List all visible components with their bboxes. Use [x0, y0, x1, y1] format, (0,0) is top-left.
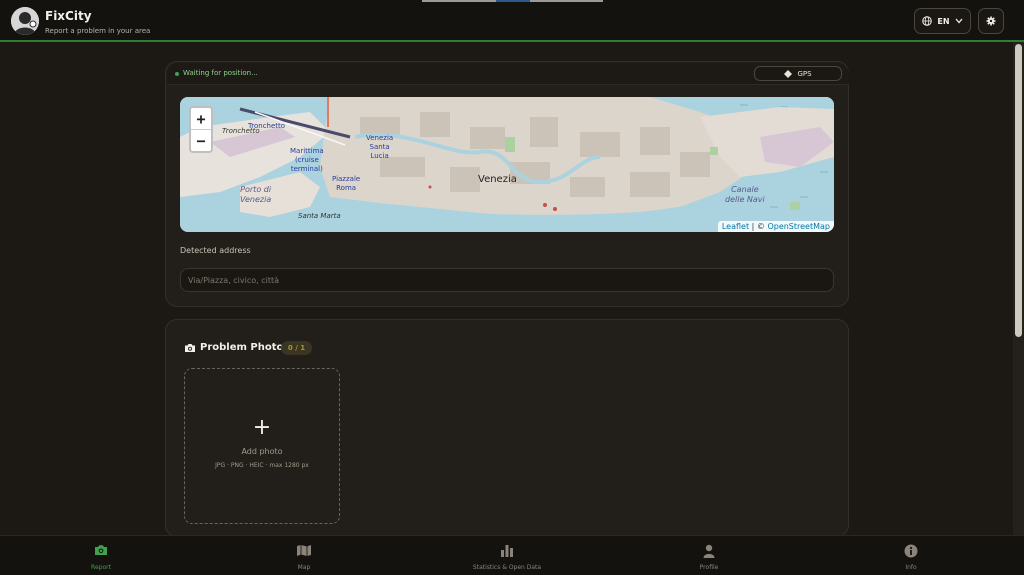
leaflet-link[interactable]: Leaflet — [722, 222, 749, 231]
crosshair-icon — [784, 69, 793, 78]
status-text: Waiting for position... — [183, 69, 258, 77]
map-label-porto-line-2: Venezia — [240, 195, 272, 204]
map-label-santa-lucia-line-2: Santa — [369, 143, 390, 151]
gps-label: GPS — [797, 69, 812, 78]
nav-item-report[interactable]: Report — [21, 536, 181, 575]
map-tiles — [180, 97, 834, 232]
map-label-canale-line-1: Canale — [731, 185, 759, 194]
zoom-in-button[interactable]: + — [191, 108, 211, 129]
map-label-santa-lucia-line-3: Lucia — [370, 152, 389, 160]
address-label: Detected address — [180, 246, 251, 255]
user-avatar-icon[interactable] — [11, 7, 39, 35]
gear-icon — [986, 16, 996, 26]
settings-button[interactable] — [978, 8, 1004, 34]
language-selector[interactable]: EN — [914, 8, 971, 34]
globe-icon — [922, 16, 933, 26]
map-label-piazzale-line-1: Piazzale — [332, 175, 361, 183]
gps-button[interactable]: GPS — [754, 66, 842, 81]
person-icon — [703, 544, 715, 558]
nav-label-map: Map — [297, 564, 311, 571]
camera-icon — [95, 545, 107, 555]
camera-icon — [185, 343, 195, 352]
map-icon — [297, 545, 311, 556]
zoom-out-button[interactable]: − — [191, 130, 211, 151]
add-photo-dropzone[interactable]: + Add photo JPG · PNG · HEIC · max 1280 … — [184, 368, 340, 524]
app-subtitle: Report a problem in your area — [45, 27, 151, 35]
top-progress-indicator — [496, 0, 530, 2]
location-map[interactable]: Tronchetto Tronchetto Marittima (cruise … — [180, 97, 834, 232]
map-label-canale: Canale delle Navi — [725, 185, 765, 205]
map-zoom-control: + − — [189, 106, 213, 153]
status-dot — [175, 72, 179, 76]
map-label-canale-line-2: delle Navi — [725, 195, 765, 204]
osm-link[interactable]: OpenStreetMap — [767, 222, 830, 231]
nav-label-statistics: Statistics & Open Data — [472, 564, 542, 571]
map-label-marittima-line-2: (cruise — [294, 156, 319, 164]
language-code: EN — [937, 16, 950, 26]
map-label-porto-line-1: Porto di — [240, 185, 272, 194]
bar-chart-icon — [501, 545, 513, 557]
bottom-navigation: Report Map Statistics & Open Data Profil… — [0, 535, 1024, 575]
photo-section-title: Problem Photo — [184, 342, 283, 353]
add-photo-hint: JPG · PNG · HEIC · max 1280 px — [215, 462, 309, 469]
add-photo-label: Add photo — [241, 447, 283, 456]
info-icon — [904, 544, 918, 558]
chevron-down-icon — [955, 18, 963, 24]
map-label-santa-lucia-line-1: Venezia — [366, 134, 394, 142]
app-header: FixCity Report a problem in your area EN — [0, 0, 1024, 42]
photo-card: Problem Photo 0 / 1 + Add photo JPG · PN… — [165, 319, 849, 537]
nav-item-statistics[interactable]: Statistics & Open Data — [427, 536, 587, 575]
nav-item-info[interactable]: Info — [831, 536, 991, 575]
map-label-piazzale-line-2: Roma — [336, 184, 357, 192]
address-input[interactable] — [180, 268, 834, 292]
app-title: FixCity — [45, 9, 92, 23]
location-card: Waiting for position... GPS Tronchetto T… — [165, 61, 849, 307]
map-label-porto: Porto di Venezia — [240, 185, 271, 205]
photo-title-text: Problem Photo — [200, 342, 284, 353]
attribution-separator: | © — [749, 222, 768, 231]
location-status-bar: Waiting for position... GPS — [167, 63, 849, 85]
map-label-piazzale-roma: Piazzale Roma — [332, 175, 360, 193]
nav-item-map[interactable]: Map — [224, 536, 384, 575]
map-label-santa-lucia: Venezia Santa Lucia — [366, 134, 393, 161]
map-label-marittima-line-1: Marittima — [290, 147, 324, 155]
map-label-tronchetto: Tronchetto — [248, 122, 286, 130]
photo-count-badge: 0 / 1 — [281, 341, 312, 355]
map-label-city: Venezia — [478, 174, 517, 185]
nav-label-info: Info — [905, 564, 917, 571]
page-scrollbar-thumb[interactable] — [1015, 44, 1022, 337]
map-label-santa-marta: Santa Marta — [298, 212, 341, 220]
nav-item-profile[interactable]: Profile — [629, 536, 789, 575]
nav-label-profile: Profile — [699, 564, 719, 571]
map-label-marittima: Marittima (cruise terminal) — [290, 147, 324, 174]
nav-label-report: Report — [91, 564, 111, 571]
plus-icon: + — [252, 415, 272, 440]
map-attribution: Leaflet | © OpenStreetMap — [717, 221, 834, 232]
map-label-marittima-line-3: terminal) — [290, 165, 323, 173]
